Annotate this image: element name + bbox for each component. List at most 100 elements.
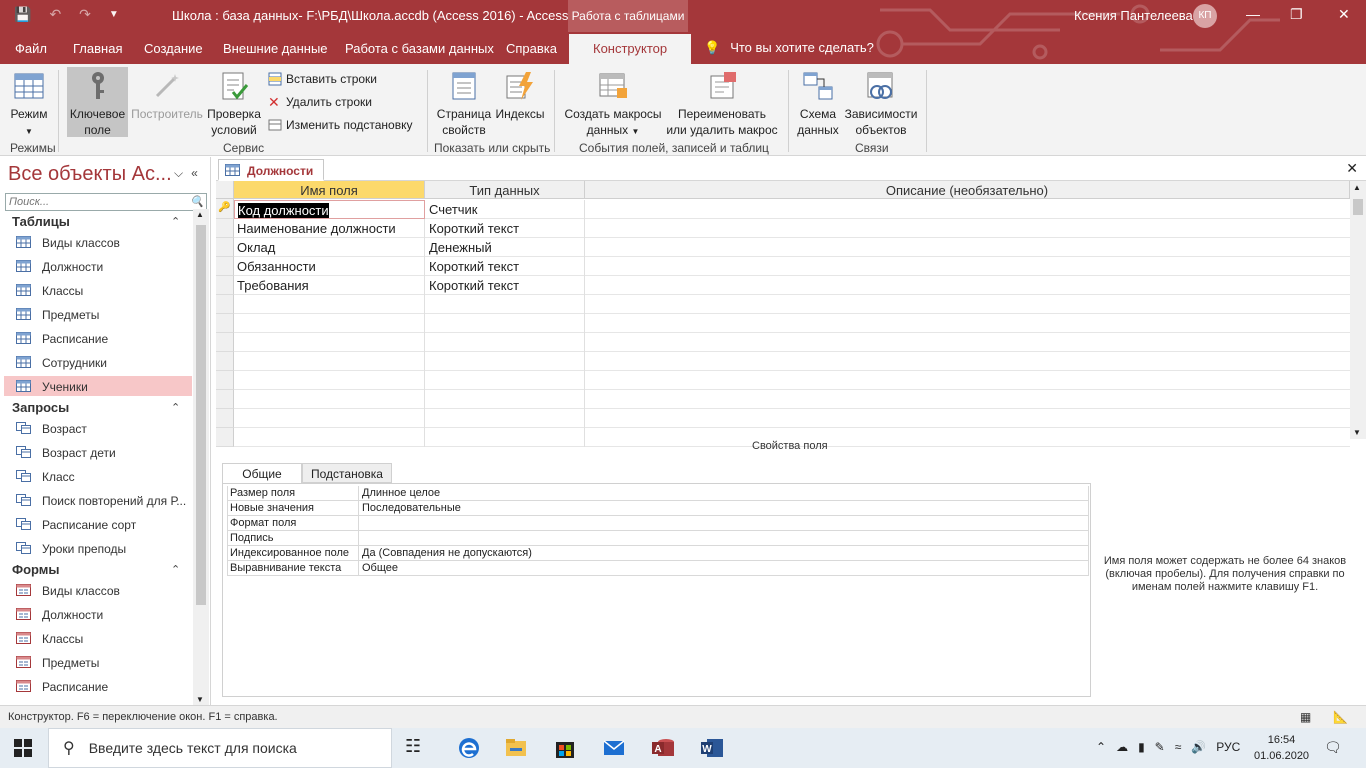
delete-rows-button[interactable]: ✕ Удалить строки: [268, 95, 372, 109]
field-name-cell[interactable]: Обязанности: [234, 257, 425, 276]
language-indicator[interactable]: РУС: [1216, 740, 1240, 754]
nav-search-box[interactable]: 🔍: [5, 193, 207, 211]
table-row[interactable]: 🔑 Код должности Счетчик: [216, 200, 1350, 219]
nav-group-queries[interactable]: Запросы: [12, 400, 69, 415]
description-cell[interactable]: [585, 333, 1350, 352]
insert-rows-button[interactable]: Вставить строки: [268, 72, 377, 86]
indexes-button[interactable]: Индексы: [494, 70, 546, 138]
table-row[interactable]: [216, 371, 1350, 390]
row-selector[interactable]: [216, 295, 234, 314]
rename-delete-macro-button[interactable]: Переименовать или удалить макрос: [664, 70, 780, 138]
data-type-cell[interactable]: Короткий текст: [425, 276, 585, 295]
row-selector[interactable]: [216, 219, 234, 238]
property-row[interactable]: Новые значения Последовательные: [227, 501, 1089, 516]
table-row[interactable]: Оклад Денежный: [216, 238, 1350, 257]
field-name-cell[interactable]: Требования: [234, 276, 425, 295]
property-row[interactable]: Индексированное поле Да (Совпадения не до…: [227, 546, 1089, 561]
restore-icon[interactable]: ❐: [1290, 6, 1303, 23]
relationships-button[interactable]: Схема данных: [794, 70, 842, 138]
header-description[interactable]: Описание (необязательно): [585, 181, 1350, 199]
nav-pane-title[interactable]: Все объекты Ac...: [8, 163, 172, 186]
description-cell[interactable]: [585, 390, 1350, 409]
description-cell[interactable]: [585, 352, 1350, 371]
scroll-up-icon[interactable]: ▲: [1353, 183, 1361, 192]
description-cell[interactable]: [585, 238, 1350, 257]
description-cell[interactable]: [585, 257, 1350, 276]
description-cell[interactable]: [585, 314, 1350, 333]
nav-query-item[interactable]: Поиск повторений для Р...: [4, 490, 192, 510]
tab-lookup[interactable]: Подстановка: [302, 463, 392, 483]
table-row[interactable]: [216, 390, 1350, 409]
table-row[interactable]: [216, 333, 1350, 352]
property-row[interactable]: Выравнивание текста Общее: [227, 561, 1089, 576]
modify-lookups-button[interactable]: Изменить подстановку: [268, 118, 412, 132]
field-name-cell[interactable]: Код должности: [234, 200, 425, 219]
data-type-cell[interactable]: [425, 409, 585, 428]
description-cell[interactable]: [585, 276, 1350, 295]
group-collapse-icon[interactable]: ⌃: [171, 215, 180, 228]
nav-form-item[interactable]: Должности: [4, 604, 192, 624]
taskbar-clock[interactable]: 16:54 01.06.2020: [1254, 732, 1309, 764]
table-row[interactable]: [216, 295, 1350, 314]
nav-form-item[interactable]: Расписание: [4, 676, 192, 696]
row-selector[interactable]: [216, 257, 234, 276]
tab-file[interactable]: Файл: [15, 41, 47, 56]
data-type-cell[interactable]: [425, 333, 585, 352]
nav-group-tables[interactable]: Таблицы: [12, 214, 70, 229]
edge-browser-icon[interactable]: [456, 736, 482, 760]
nav-scroll-thumb[interactable]: [196, 225, 206, 605]
table-row[interactable]: [216, 352, 1350, 371]
property-row[interactable]: Размер поля Длинное целое: [227, 486, 1089, 501]
field-name-cell[interactable]: Наименование должности: [234, 219, 425, 238]
grid-scroll-thumb[interactable]: [1353, 199, 1363, 215]
create-data-macros-button[interactable]: Создать макросы данных ▼: [562, 70, 664, 138]
data-type-cell[interactable]: Счетчик: [425, 200, 585, 219]
customize-qat-icon[interactable]: ▼: [109, 9, 119, 20]
property-sheet-button[interactable]: Страница свойств: [434, 70, 494, 138]
nav-collapse-icon[interactable]: «: [191, 166, 198, 181]
tab-home[interactable]: Главная: [73, 41, 122, 56]
property-row[interactable]: Формат поля: [227, 516, 1089, 531]
property-value[interactable]: [359, 531, 1089, 546]
undo-icon[interactable]: ↶: [49, 6, 61, 23]
data-type-cell[interactable]: Денежный: [425, 238, 585, 257]
table-row[interactable]: [216, 314, 1350, 333]
group-collapse-icon[interactable]: ⌃: [171, 563, 180, 576]
test-validation-button[interactable]: Проверка условий: [204, 70, 264, 138]
document-tab[interactable]: Должности: [218, 159, 325, 181]
nav-scrollbar[interactable]: ▲ ▼: [193, 209, 209, 705]
tell-me-box[interactable]: 💡 Что вы хотите сделать?: [704, 40, 874, 56]
row-selector[interactable]: [216, 333, 234, 352]
field-name-cell[interactable]: [234, 352, 425, 371]
nav-query-item[interactable]: Возраст дети: [4, 442, 192, 462]
notifications-icon[interactable]: 🗨: [1324, 739, 1342, 756]
store-icon[interactable]: [552, 736, 578, 760]
row-selector[interactable]: [216, 276, 234, 295]
nav-table-item[interactable]: Классы: [4, 280, 192, 300]
file-explorer-icon[interactable]: [503, 736, 529, 760]
nav-table-item[interactable]: Расписание: [4, 328, 192, 348]
word-app-icon[interactable]: W: [699, 736, 725, 760]
nav-query-item[interactable]: Возраст: [4, 418, 192, 438]
table-row[interactable]: Требования Короткий текст: [216, 276, 1350, 295]
field-name-cell[interactable]: [234, 314, 425, 333]
tab-general[interactable]: Общие: [222, 463, 302, 483]
data-type-cell[interactable]: [425, 390, 585, 409]
grid-scrollbar[interactable]: ▲ ▼: [1350, 181, 1366, 439]
cloud-icon[interactable]: ☁: [1116, 740, 1128, 754]
battery-icon[interactable]: ▮: [1138, 740, 1145, 754]
data-type-cell[interactable]: [425, 295, 585, 314]
taskbar-search-box[interactable]: ⚲ Введите здесь текст для поиска: [48, 728, 392, 768]
row-selector[interactable]: [216, 428, 234, 447]
description-cell[interactable]: [585, 200, 1350, 219]
row-selector[interactable]: 🔑: [216, 200, 234, 219]
property-row[interactable]: Подпись: [227, 531, 1089, 546]
description-cell[interactable]: [585, 409, 1350, 428]
property-value[interactable]: Последовательные: [359, 501, 1089, 516]
close-document-icon[interactable]: ✕: [1346, 160, 1358, 177]
description-cell[interactable]: [585, 428, 1350, 447]
nav-query-item[interactable]: Расписание сорт: [4, 514, 192, 534]
property-value[interactable]: Общее: [359, 561, 1089, 576]
redo-icon[interactable]: ↷: [79, 6, 91, 23]
data-type-cell[interactable]: [425, 428, 585, 447]
